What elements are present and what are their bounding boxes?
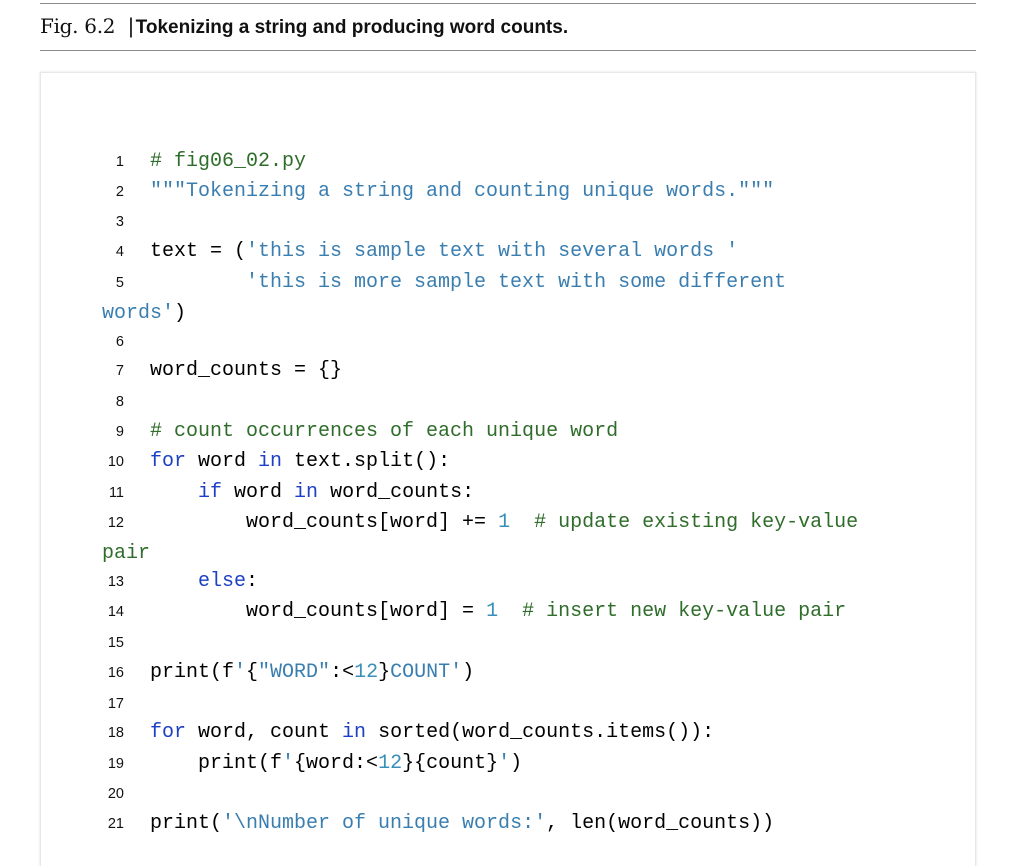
figure-number: Fig. 6.2 [40,14,116,38]
line-number: 13 [107,574,124,590]
code-token: ) [510,752,523,775]
code-token: for [150,450,187,473]
code-token: sorted(word_counts.items()): [366,721,715,744]
code-token: text.split(): [282,450,451,473]
code-line: print(f'{word:<12}{count}') [150,752,522,775]
code-token: # update existing key-value [534,511,859,534]
line-number: 6 [115,334,124,350]
code-token: for [150,721,187,744]
code-token: 1 [486,600,499,623]
line-number: 14 [107,604,124,620]
code-token: ' [282,752,295,775]
caption-bottom-rule [40,50,976,51]
code-token: pair [102,542,151,565]
code-token: word, count [186,721,343,744]
code-token: 12 [378,752,403,775]
code-line: # count occurrences of each unique word [150,420,618,443]
line-number: 12 [107,515,124,531]
code-token: 'this is more sample text with some diff… [246,271,787,294]
line-number: 3 [115,214,124,230]
code-token: word_counts[word] = [150,600,487,623]
line-number: 1 [115,154,124,170]
code-token: in [342,721,367,744]
code-token: text = ( [150,240,247,263]
line-number: 16 [107,665,124,681]
line-number: 19 [107,756,124,772]
line-number: 17 [107,696,124,712]
code-token: }{count} [402,752,499,775]
code-token: COUNT' [390,661,463,684]
code-line: if word in word_counts: [150,481,474,504]
code-line: for word in text.split(): [150,450,450,473]
code-token: in [258,450,283,473]
code-line-wrap: words') [102,302,186,325]
code-token: in [294,481,319,504]
code-token: word_counts[word] += [150,511,499,534]
line-number: 4 [115,244,124,260]
line-number: 9 [115,424,124,440]
code-token: word [222,481,295,504]
code-token: ' [234,661,247,684]
code-line: text = ('this is sample text with severa… [150,240,738,263]
code-token: # insert new key-value pair [522,600,847,623]
line-number: 11 [108,485,124,501]
code-token: ' [498,752,511,775]
code-token: print(f [150,752,283,775]
code-token: 'this is sample text with several words … [246,240,739,263]
code-token: words' [102,302,175,325]
code-token: ) [462,661,475,684]
figure-title: Tokenizing a string and producing word c… [135,17,569,38]
code-token: print(f [150,661,235,684]
code-line: for word, count in sorted(word_counts.it… [150,721,714,744]
line-number: 8 [115,394,124,410]
code-token: '\nNumber of unique words:' [222,812,547,835]
line-number: 5 [115,275,124,291]
code-line: # fig06_02.py [150,150,306,173]
code-token: word_counts: [318,481,475,504]
code-token: if [198,481,223,504]
code-token: {word:< [294,752,379,775]
code-token: # count occurrences of each unique word [150,420,619,443]
figure-caption: Fig. 6.2 | Tokenizing a string and produci… [40,14,568,44]
code-token: """Tokenizing a string and counting uniq… [150,180,775,203]
line-number: 2 [115,184,124,200]
code-token: 1 [498,511,511,534]
code-token: ) [174,302,187,325]
code-token: word_counts = {} [150,359,343,382]
code-token: # fig06_02.py [150,150,307,173]
code-line: print('\nNumber of unique words:', len(w… [150,812,774,835]
line-number: 18 [107,725,124,741]
code-line: 'this is more sample text with some diff… [150,271,786,294]
line-number: 10 [107,454,124,470]
code-token: word [186,450,259,473]
code-line: word_counts = {} [150,359,342,382]
code-line: """Tokenizing a string and counting uniq… [150,180,774,203]
code-token: print( [150,812,223,835]
code-token: } [378,661,391,684]
code-token: , len(word_counts)) [546,812,775,835]
caption-separator: | [128,15,134,38]
code-token: "WORD" [258,661,331,684]
code-token: 12 [354,661,379,684]
caption-top-rule [40,3,976,4]
line-number: 21 [107,816,124,832]
line-number: 15 [107,635,124,651]
code-line: word_counts[word] += 1 # update existing… [150,511,858,534]
code-line: print(f'{"WORD":<12}COUNT') [150,661,474,684]
code-line-wrap: pair [102,542,150,565]
line-number: 20 [107,786,124,802]
code-line: word_counts[word] = 1 # insert new key-v… [150,600,846,623]
code-token: else [198,570,247,593]
code-token: : [246,570,259,593]
code-token: { [246,661,259,684]
line-number: 7 [115,363,124,379]
code-line: else: [150,570,258,593]
code-token: :< [330,661,355,684]
